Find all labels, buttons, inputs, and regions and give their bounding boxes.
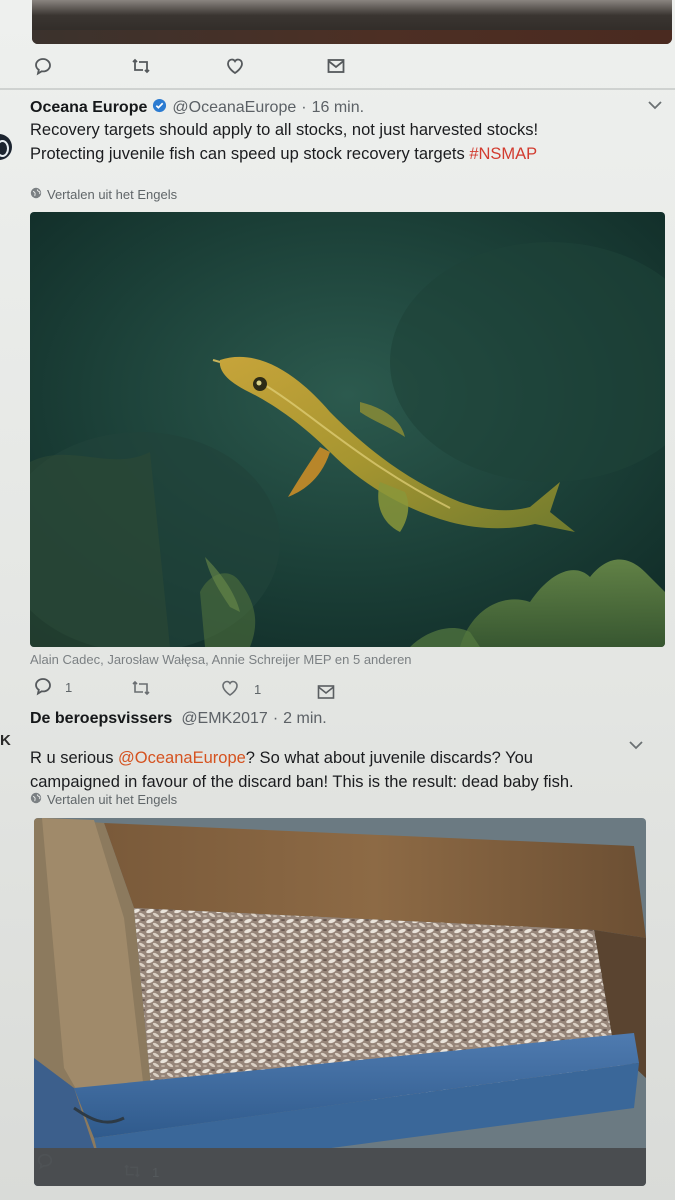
hashtag-link[interactable]: #NSMAP — [469, 145, 537, 163]
author-name[interactable]: Oceana Europe — [30, 99, 147, 117]
translate-label: Vertalen uit het Engels — [47, 187, 178, 202]
reply-icon[interactable] — [33, 56, 53, 81]
retweet-button[interactable]: 1 — [122, 1162, 159, 1183]
like-count: 1 — [254, 682, 262, 697]
previous-tweet-media[interactable] — [32, 0, 672, 44]
tweet-text-part-b: ? So what about juvenile discards? You — [245, 749, 533, 767]
tweet-de-beroepsvissers[interactable]: K De beroepsvissers @EMK2017 · 2 min. R … — [0, 706, 675, 1200]
tweet-text: Recovery targets should apply to all sto… — [30, 118, 660, 166]
direct-message-icon[interactable] — [326, 56, 346, 81]
avatar[interactable]: K — [0, 732, 11, 749]
header-separator: · — [301, 99, 307, 116]
tweet-timestamp[interactable]: 16 min. — [312, 99, 364, 117]
tweet-timestamp[interactable]: 2 min. — [283, 710, 327, 728]
tweet-header: Oceana Europe @OceanaEurope · 16 min. — [30, 98, 364, 118]
author-name[interactable]: De beroepsvissers — [30, 710, 172, 728]
tweet-oceana-europe[interactable]: Oceana Europe @OceanaEurope · 16 min. Re… — [0, 96, 675, 674]
crate-of-fish-photo-icon — [34, 818, 646, 1186]
like-icon[interactable] — [225, 56, 245, 81]
reply-button[interactable]: 1 — [33, 676, 72, 699]
previous-tweet-actions — [0, 50, 675, 84]
tweet-text-line2: campaigned in favour of the discard ban!… — [30, 773, 574, 791]
tweet-photo-crate[interactable] — [34, 818, 646, 1186]
like-button[interactable]: 1 — [220, 678, 261, 701]
tweet-text: R u serious @OceanaEurope? So what about… — [30, 746, 630, 794]
likers-caption[interactable]: Alain Cadec, Jarosław Wałęsa, Annie Schr… — [30, 652, 412, 667]
translate-link[interactable]: Vertalen uit het Engels — [30, 792, 177, 807]
translate-label: Vertalen uit het Engels — [47, 792, 178, 807]
tweet-header: De beroepsvissers @EMK2017 · 2 min. — [30, 710, 327, 728]
retweet-icon[interactable] — [130, 678, 152, 703]
chevron-down-icon[interactable] — [647, 98, 663, 114]
reply-count: 1 — [65, 680, 73, 695]
tweet1-actions: 1 1 — [0, 674, 675, 704]
tweet-text-part-a: R u serious — [30, 749, 119, 767]
retweet-icon — [122, 1162, 142, 1183]
reply-icon — [33, 676, 53, 699]
direct-message-icon[interactable] — [316, 682, 336, 707]
mention-link[interactable]: @OceanaEurope — [118, 749, 246, 767]
retweet-icon[interactable] — [130, 56, 152, 81]
tweet-photo-cod[interactable] — [30, 212, 665, 647]
translate-link[interactable]: Vertalen uit het Engels — [30, 187, 177, 202]
globe-icon — [30, 187, 42, 202]
reply-icon[interactable] — [36, 1152, 54, 1175]
tweet-text-line2: Protecting juvenile fish can speed up st… — [30, 145, 470, 163]
tweet-text-line1: Recovery targets should apply to all sto… — [30, 121, 539, 139]
cod-fish-underwater-icon — [30, 212, 665, 647]
avatar[interactable] — [0, 134, 12, 160]
globe-icon — [30, 792, 42, 807]
tweet-divider — [0, 88, 675, 90]
author-handle[interactable]: @EMK2017 — [181, 710, 268, 728]
verified-badge-icon — [152, 98, 167, 118]
header-separator: · — [272, 710, 279, 727]
author-handle[interactable]: @OceanaEurope — [172, 99, 296, 117]
retweet-count: 1 — [152, 1165, 160, 1180]
chevron-down-icon[interactable] — [628, 738, 644, 754]
like-icon — [220, 678, 240, 701]
